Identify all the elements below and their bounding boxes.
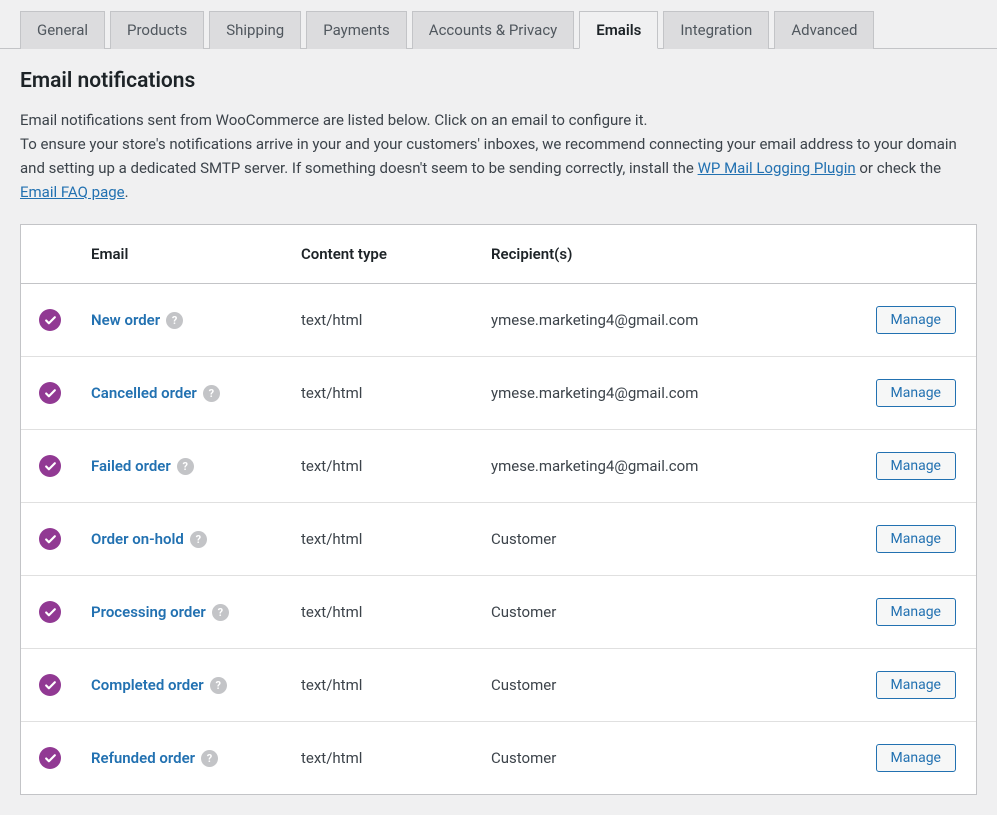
table-row: Order on-hold? text/htmlCustomer Manage xyxy=(21,503,976,576)
email-notifications-table: Email Content type Recipient(s) New orde… xyxy=(21,225,976,794)
manage-button[interactable]: Manage xyxy=(876,744,956,772)
help-icon[interactable]: ? xyxy=(201,750,218,767)
table-row: Processing order? text/htmlCustomer Manage xyxy=(21,576,976,649)
table-row: Refunded order? text/htmlCustomer Manage xyxy=(21,722,976,795)
status-enabled-icon xyxy=(39,674,61,696)
recipient-cell: ymese.marketing4@gmail.com xyxy=(481,284,856,357)
table-row: Completed order? text/htmlCustomer Manage xyxy=(21,649,976,722)
manage-button[interactable]: Manage xyxy=(876,525,956,553)
content-type-cell: text/html xyxy=(291,722,481,795)
tab-accounts-privacy[interactable]: Accounts & Privacy xyxy=(412,11,574,49)
email-name-link[interactable]: Completed order xyxy=(91,676,204,694)
tab-products[interactable]: Products xyxy=(110,11,204,49)
email-name-link[interactable]: New order xyxy=(91,311,160,329)
content-type-cell: text/html xyxy=(291,284,481,357)
email-name-link[interactable]: Processing order xyxy=(91,603,206,621)
help-icon[interactable]: ? xyxy=(190,531,207,548)
description-line2c: . xyxy=(125,183,129,201)
status-enabled-icon xyxy=(39,528,61,550)
manage-button[interactable]: Manage xyxy=(876,306,956,334)
email-name-link[interactable]: Refunded order xyxy=(91,749,195,767)
email-table-wrap: Email Content type Recipient(s) New orde… xyxy=(20,224,977,795)
tab-integration[interactable]: Integration xyxy=(663,11,769,49)
content-type-cell: text/html xyxy=(291,649,481,722)
col-recipients: Recipient(s) xyxy=(481,225,856,284)
help-icon[interactable]: ? xyxy=(203,385,220,402)
status-enabled-icon xyxy=(39,747,61,769)
email-name-link[interactable]: Cancelled order xyxy=(91,384,197,402)
manage-button[interactable]: Manage xyxy=(876,452,956,480)
col-status xyxy=(21,225,81,284)
manage-button[interactable]: Manage xyxy=(876,671,956,699)
status-enabled-icon xyxy=(39,601,61,623)
table-row: Cancelled order? text/htmlymese.marketing… xyxy=(21,357,976,430)
manage-button[interactable]: Manage xyxy=(876,379,956,407)
table-row: New order? text/htmlymese.marketing4@gmai… xyxy=(21,284,976,357)
email-name-link[interactable]: Failed order xyxy=(91,457,171,475)
status-enabled-icon xyxy=(39,382,61,404)
manage-button[interactable]: Manage xyxy=(876,598,956,626)
content-type-cell: text/html xyxy=(291,576,481,649)
recipient-cell: Customer xyxy=(481,576,856,649)
description-line2b: or check the xyxy=(856,159,941,177)
tab-payments[interactable]: Payments xyxy=(306,11,407,49)
page-title: Email notifications xyxy=(20,69,977,93)
wp-mail-logging-link[interactable]: WP Mail Logging Plugin xyxy=(698,159,856,177)
col-content-type: Content type xyxy=(291,225,481,284)
tab-emails[interactable]: Emails xyxy=(579,11,658,49)
recipient-cell: ymese.marketing4@gmail.com xyxy=(481,357,856,430)
settings-tabs: General Products Shipping Payments Accou… xyxy=(0,0,997,49)
email-faq-link[interactable]: Email FAQ page xyxy=(20,183,125,201)
col-email: Email xyxy=(81,225,291,284)
description-text: Email notifications sent from WooCommerc… xyxy=(20,108,977,204)
tab-general[interactable]: General xyxy=(20,11,105,49)
help-icon[interactable]: ? xyxy=(212,604,229,621)
recipient-cell: ymese.marketing4@gmail.com xyxy=(481,430,856,503)
tab-shipping[interactable]: Shipping xyxy=(209,11,301,49)
content-type-cell: text/html xyxy=(291,503,481,576)
recipient-cell: Customer xyxy=(481,503,856,576)
status-enabled-icon xyxy=(39,455,61,477)
status-enabled-icon xyxy=(39,309,61,331)
help-icon[interactable]: ? xyxy=(166,312,183,329)
content-type-cell: text/html xyxy=(291,357,481,430)
description-line1: Email notifications sent from WooCommerc… xyxy=(20,111,647,129)
content-type-cell: text/html xyxy=(291,430,481,503)
content-area: Email notifications Email notifications … xyxy=(0,49,997,815)
table-row: Failed order? text/htmlymese.marketing4@g… xyxy=(21,430,976,503)
recipient-cell: Customer xyxy=(481,649,856,722)
recipient-cell: Customer xyxy=(481,722,856,795)
col-actions xyxy=(856,225,976,284)
tab-advanced[interactable]: Advanced xyxy=(774,11,874,49)
help-icon[interactable]: ? xyxy=(177,458,194,475)
email-name-link[interactable]: Order on-hold xyxy=(91,530,184,548)
help-icon[interactable]: ? xyxy=(210,677,227,694)
